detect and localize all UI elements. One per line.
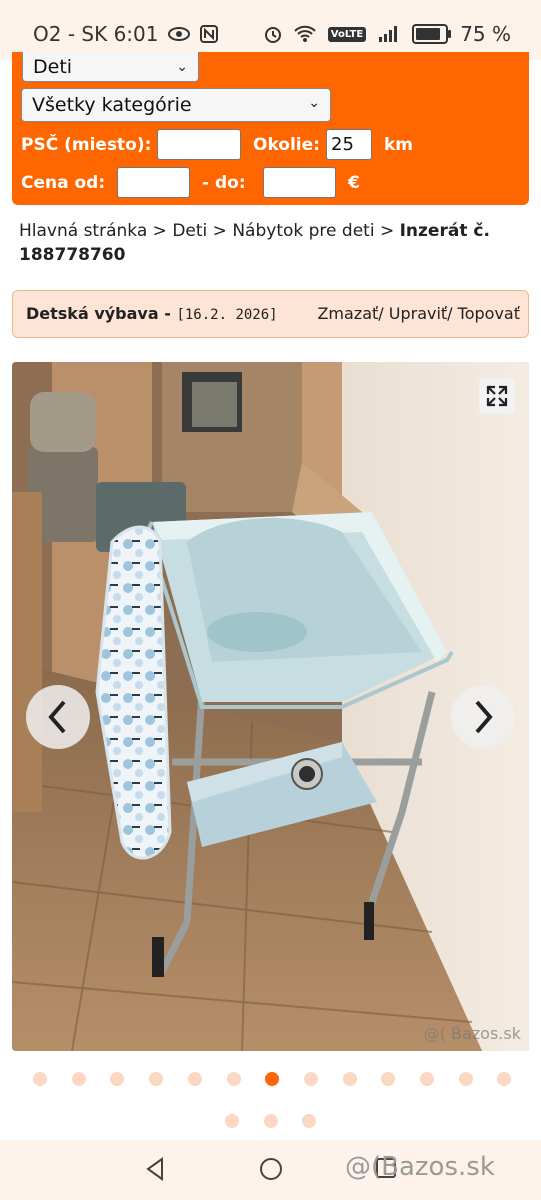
next-photo-button[interactable] [451, 685, 515, 749]
pagination-dot[interactable] [497, 1072, 512, 1086]
cena-do-label: - do: [202, 173, 246, 193]
ad-title: Detská výbava - [16.2. 2026] [26, 304, 278, 323]
battery-icon [412, 24, 452, 44]
okolie-input[interactable]: 25 [326, 129, 372, 160]
pagination-dot[interactable] [226, 1072, 241, 1086]
km-label: km [384, 135, 414, 155]
cena-od-label: Cena od: [21, 173, 106, 193]
ad-title-dash: - [164, 304, 171, 323]
previous-photo-button[interactable] [26, 685, 90, 749]
chevron-left-icon [48, 700, 66, 734]
gallery-watermark: @( Bazos.sk [423, 1024, 521, 1043]
status-bar: O2 - SK 6:01 VoLTE 75 % [0, 0, 541, 60]
photo-gallery[interactable]: @( Bazos.sk [12, 362, 529, 1051]
wifi-icon [294, 25, 316, 42]
home-icon[interactable] [259, 1157, 283, 1181]
expand-icon [486, 385, 508, 407]
ad-actions[interactable]: Zmazať/ Upraviť/ Topovať [317, 304, 520, 323]
okolie-label: Okolie: [253, 135, 320, 155]
carrier-time: O2 - SK 6:01 [33, 22, 159, 46]
ad-date: [16.2. 2026] [176, 307, 278, 323]
signal-icon [379, 26, 398, 42]
breadcrumb-separator: > [212, 221, 227, 241]
section-select[interactable]: Deti ⌄ [22, 52, 199, 82]
nfc-icon [200, 25, 219, 43]
breadcrumb: Hlavná stránka > Deti > Nábytok pre deti… [19, 219, 519, 267]
breadcrumb-home[interactable]: Hlavná stránka [19, 221, 147, 241]
breadcrumb-separator: > [152, 221, 167, 241]
breadcrumb-separator: > [379, 221, 395, 241]
chevron-down-icon: ⌄ [176, 59, 188, 75]
product-photo [12, 362, 529, 1051]
psc-label: PSČ (miesto): [21, 135, 152, 155]
status-right: VoLTE 75 % [264, 22, 511, 46]
pagination-dot[interactable] [265, 1072, 280, 1086]
pagination-dot[interactable] [303, 1072, 318, 1086]
back-icon[interactable] [145, 1157, 165, 1181]
ad-header: Detská výbava - [16.2. 2026] Zmazať/ Upr… [12, 290, 529, 338]
pagination-dot[interactable] [187, 1072, 202, 1086]
pagination-dot[interactable] [110, 1072, 125, 1086]
cena-od-input[interactable] [117, 167, 190, 198]
search-filter: Deti ⌄ Všetky kategórie ⌄ PSČ (miesto): … [12, 52, 529, 205]
battery-percent: 75 % [460, 22, 511, 46]
pagination-dot[interactable] [224, 1114, 239, 1128]
chevron-down-icon: ⌄ [308, 95, 320, 111]
pagination-dot[interactable] [458, 1072, 473, 1086]
alarm-icon [264, 27, 281, 43]
cena-do-input[interactable] [263, 167, 336, 198]
ad-title-text: Detská výbava [26, 304, 159, 323]
chevron-right-icon [475, 700, 493, 734]
pagination-dot[interactable] [263, 1114, 278, 1128]
pagination-dot[interactable] [302, 1114, 317, 1128]
eye-icon [168, 27, 191, 41]
pagination-dot[interactable] [71, 1072, 86, 1086]
currency-label: € [348, 173, 360, 193]
pagination-dot[interactable] [420, 1072, 434, 1086]
pagination-dot[interactable] [33, 1072, 47, 1086]
section-select-value: Deti [33, 56, 73, 78]
status-left: O2 - SK 6:01 [33, 22, 219, 46]
volte-badge: VoLTE [327, 26, 367, 42]
pagination-dot[interactable] [342, 1072, 357, 1086]
category-select[interactable]: Všetky kategórie ⌄ [21, 88, 331, 122]
fullscreen-button[interactable] [479, 378, 515, 414]
pagination-dot[interactable] [381, 1072, 396, 1086]
category-select-value: Všetky kategórie [32, 94, 192, 116]
pagination-dot[interactable] [149, 1072, 164, 1086]
psc-input[interactable] [157, 129, 241, 160]
breadcrumb-deti[interactable]: Deti [172, 221, 207, 241]
breadcrumb-nabytok[interactable]: Nábytok pre deti [232, 221, 374, 241]
page-watermark: @(Bazos.sk [345, 1152, 495, 1182]
